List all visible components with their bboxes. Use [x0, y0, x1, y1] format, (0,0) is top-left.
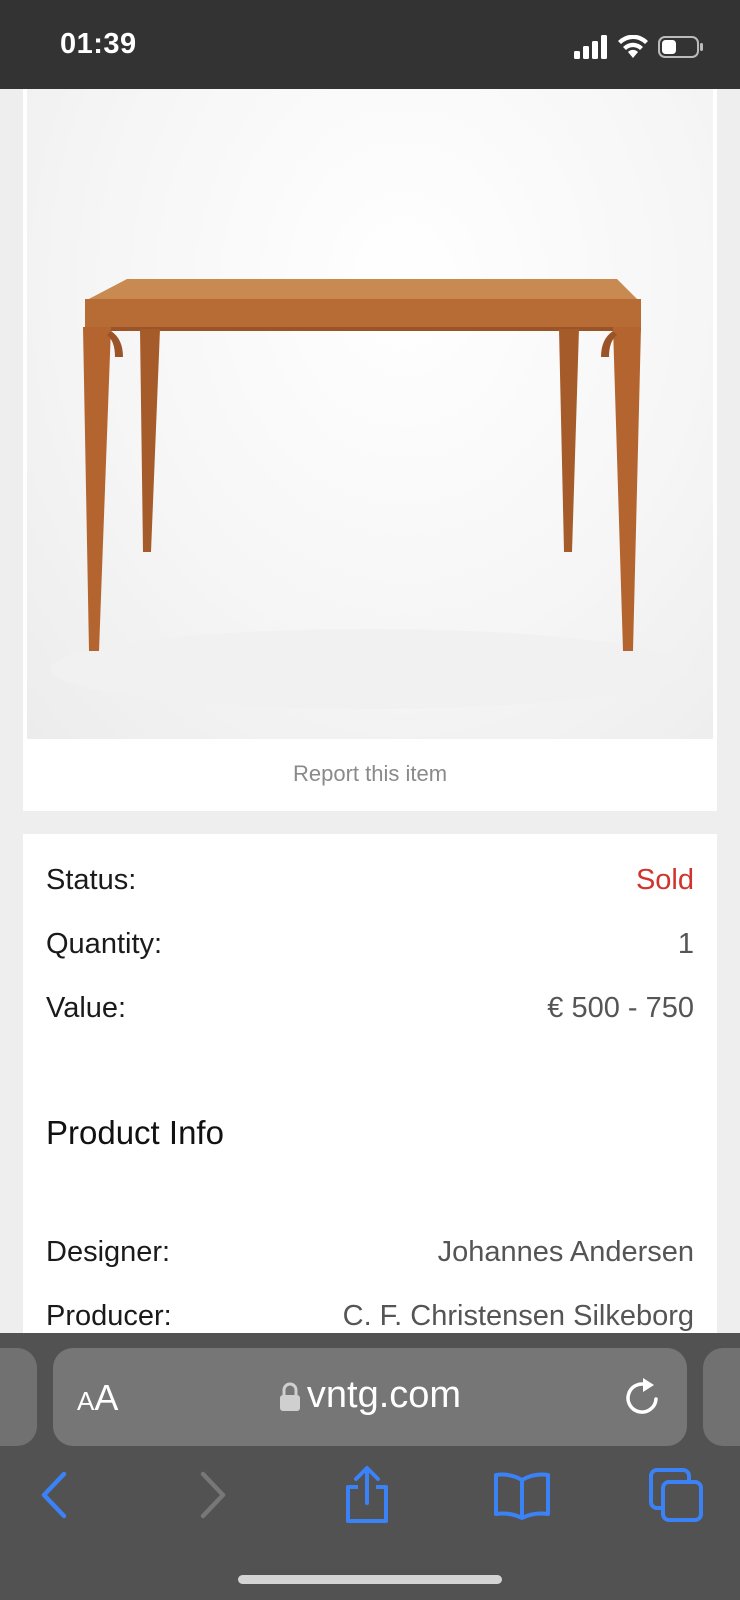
value-row: Value: € 500 - 750 — [46, 988, 694, 1028]
details-card: Status: Sold Quantity: 1 Value: € 500 - … — [23, 834, 717, 1334]
url-display[interactable]: vntg.com — [53, 1374, 687, 1417]
lock-icon — [279, 1382, 300, 1411]
reload-icon[interactable] — [623, 1376, 663, 1418]
status-bar: 01:39 — [0, 0, 740, 89]
quantity-label: Quantity: — [46, 927, 163, 960]
value-label: Value: — [46, 991, 127, 1024]
status-icons — [574, 32, 704, 62]
forward-button[interactable] — [183, 1465, 243, 1525]
url-text: vntg.com — [306, 1374, 462, 1416]
bookmarks-icon — [494, 1472, 550, 1520]
home-indicator[interactable] — [238, 1575, 502, 1584]
status-row: Status: Sold — [46, 860, 694, 900]
status-label: Status: — [46, 863, 137, 896]
product-image-card: Report this item — [23, 89, 717, 811]
bookmarks-button[interactable] — [492, 1465, 552, 1525]
producer-label: Producer: — [46, 1299, 172, 1332]
browser-toolbar: AA vntg.com — [0, 1333, 740, 1600]
designer-value[interactable]: Johannes Andersen — [438, 1236, 694, 1269]
product-info-heading: Product Info — [46, 1114, 224, 1151]
designer-row: Designer: Johannes Andersen — [46, 1232, 694, 1272]
product-image[interactable] — [27, 89, 713, 739]
value-amount: € 500 - 750 — [547, 991, 694, 1024]
status-time: 01:39 — [60, 28, 137, 60]
producer-value[interactable]: C. F. Christensen Silkeborg — [343, 1300, 694, 1333]
tabs-button[interactable] — [646, 1465, 706, 1525]
designer-label: Designer: — [46, 1235, 171, 1268]
previous-tab-peek[interactable] — [0, 1348, 37, 1446]
battery-icon — [658, 36, 703, 58]
report-item-link[interactable]: Report this item — [23, 761, 717, 787]
signal-icon — [574, 35, 607, 59]
tabs-icon — [649, 1468, 703, 1522]
next-tab-peek[interactable] — [703, 1348, 740, 1446]
address-bar[interactable]: AA vntg.com — [53, 1348, 687, 1446]
forward-icon — [200, 1471, 226, 1519]
status-value: Sold — [635, 863, 694, 896]
wifi-icon — [618, 35, 648, 58]
share-button[interactable] — [337, 1465, 397, 1525]
back-icon — [41, 1471, 67, 1519]
table-illustration — [50, 279, 690, 709]
quantity-row: Quantity: 1 — [46, 924, 694, 964]
back-button[interactable] — [24, 1465, 84, 1525]
share-icon — [346, 1466, 388, 1523]
quantity-value: 1 — [677, 927, 694, 960]
producer-row: Producer: C. F. Christensen Silkeborg — [46, 1296, 694, 1336]
